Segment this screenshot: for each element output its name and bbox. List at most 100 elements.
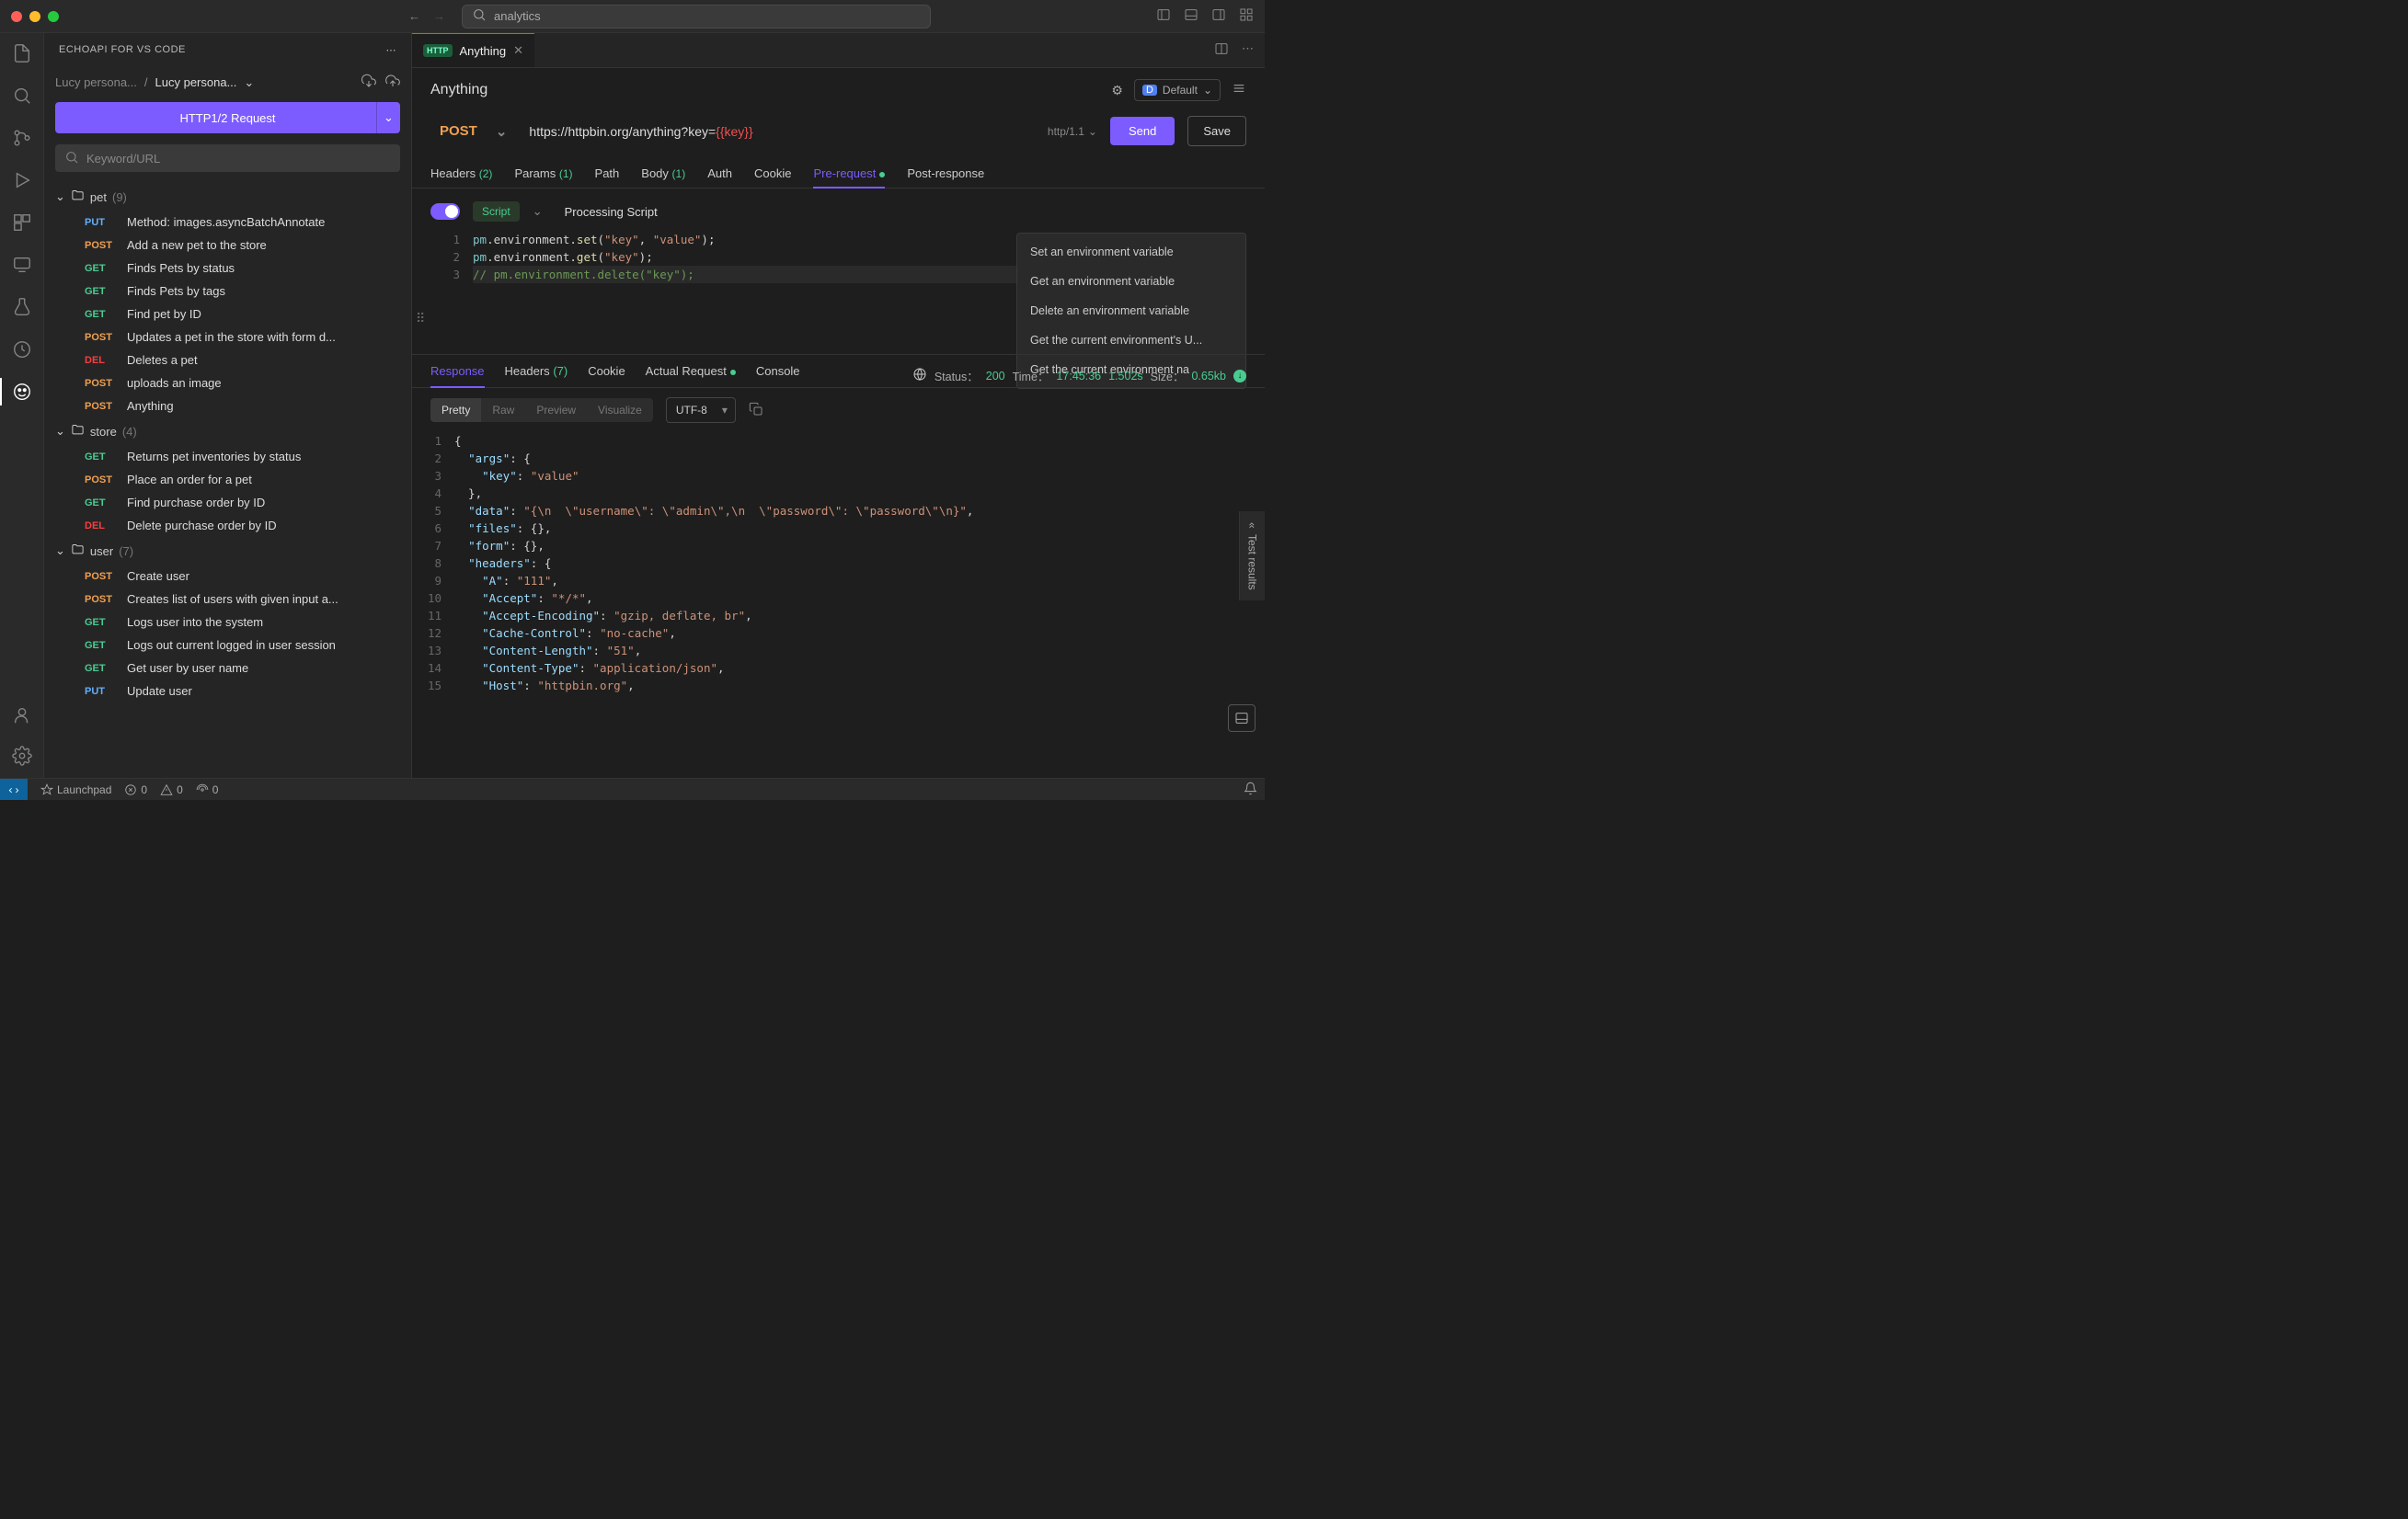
- extensions-icon[interactable]: [11, 211, 33, 234]
- nav-forward[interactable]: →: [433, 9, 445, 23]
- snippet-item[interactable]: Get the current environment's U...: [1017, 326, 1245, 355]
- timeline-icon[interactable]: [11, 338, 33, 360]
- errors-item[interactable]: 0: [124, 783, 147, 796]
- encoding-select[interactable]: UTF-8: [666, 397, 736, 423]
- tree-folder-user[interactable]: ⌄ user (7): [44, 537, 411, 565]
- tree-item[interactable]: POSTuploads an image: [44, 371, 411, 394]
- launchpad-item[interactable]: Launchpad: [40, 783, 111, 796]
- accounts-icon[interactable]: [11, 704, 33, 726]
- layout-toggle-icon[interactable]: [1228, 704, 1256, 732]
- url-input[interactable]: https://httpbin.org/anything?key={{key}}: [529, 124, 1034, 139]
- tree-item[interactable]: GETFind purchase order by ID: [44, 491, 411, 514]
- tree-item[interactable]: GETFinds Pets by status: [44, 257, 411, 280]
- snippet-item[interactable]: Set an environment variable: [1017, 237, 1245, 267]
- drag-handle-icon[interactable]: ⠿: [416, 311, 425, 326]
- tree-item[interactable]: PUTUpdate user: [44, 680, 411, 702]
- run-debug-icon[interactable]: [11, 169, 33, 191]
- rtab-response[interactable]: Response: [430, 364, 485, 387]
- tab-pre-request[interactable]: Pre-request: [813, 159, 885, 188]
- tab-auth[interactable]: Auth: [707, 159, 732, 188]
- minimize-window[interactable]: [29, 11, 40, 22]
- rtab-actual-request[interactable]: Actual Request: [646, 364, 736, 387]
- protocol-select[interactable]: http/1.1 ⌄: [1048, 125, 1097, 138]
- chevron-down-icon[interactable]: ⌄: [533, 204, 543, 219]
- editor-tab-anything[interactable]: HTTP Anything ✕: [412, 33, 534, 67]
- toggle-panel-right-icon[interactable]: [1211, 7, 1226, 25]
- toggle-panel-left-icon[interactable]: [1156, 7, 1171, 25]
- snippet-item[interactable]: Delete an environment variable: [1017, 296, 1245, 326]
- environment-select[interactable]: D Default ⌄: [1134, 79, 1221, 101]
- tree-item[interactable]: GETGet user by user name: [44, 657, 411, 680]
- tree-item[interactable]: POSTPlace an order for a pet: [44, 468, 411, 491]
- tree-item[interactable]: POSTCreate user: [44, 565, 411, 588]
- settings-icon[interactable]: ⚙: [1111, 83, 1123, 98]
- tree-item[interactable]: GETFind pet by ID: [44, 303, 411, 326]
- more-actions-icon[interactable]: ⋯: [1242, 41, 1254, 59]
- close-tab-icon[interactable]: ✕: [513, 43, 523, 58]
- tree-item[interactable]: POSTUpdates a pet in the store with form…: [44, 326, 411, 348]
- save-button[interactable]: Save: [1187, 116, 1246, 146]
- tab-headers[interactable]: Headers (2): [430, 159, 492, 188]
- method-select[interactable]: POST ⌄: [430, 118, 516, 145]
- sidebar-more-icon[interactable]: ⋯: [386, 44, 397, 56]
- breadcrumb-current[interactable]: Lucy persona...: [155, 75, 237, 89]
- viewtab-preview[interactable]: Preview: [525, 398, 587, 422]
- cloud-down-icon[interactable]: [361, 74, 376, 91]
- response-body[interactable]: 123456789101112131415 { "args": { "key":…: [412, 432, 1265, 778]
- testing-icon[interactable]: [11, 296, 33, 318]
- cloud-up-icon[interactable]: [385, 74, 400, 91]
- tab-body[interactable]: Body (1): [641, 159, 685, 188]
- tab-cookie[interactable]: Cookie: [754, 159, 791, 188]
- search-activity-icon[interactable]: [11, 85, 33, 107]
- notifications-icon[interactable]: [1244, 782, 1257, 798]
- send-button[interactable]: Send: [1110, 117, 1175, 145]
- copy-icon[interactable]: [749, 402, 763, 419]
- remote-indicator[interactable]: [0, 779, 28, 800]
- script-toggle[interactable]: [430, 203, 460, 220]
- tree-item[interactable]: GETLogs out current logged in user sessi…: [44, 634, 411, 657]
- remote-explorer-icon[interactable]: [11, 254, 33, 276]
- viewtab-visualize[interactable]: Visualize: [587, 398, 653, 422]
- warnings-item[interactable]: 0: [160, 783, 183, 796]
- source-control-icon[interactable]: [11, 127, 33, 149]
- tree-item[interactable]: GETReturns pet inventories by status: [44, 445, 411, 468]
- customize-layout-icon[interactable]: [1239, 7, 1254, 25]
- tree-item[interactable]: POSTAdd a new pet to the store: [44, 234, 411, 257]
- tree-folder-store[interactable]: ⌄ store (4): [44, 417, 411, 445]
- new-request-button[interactable]: HTTP1/2 Request ⌄: [55, 102, 400, 133]
- tree-item[interactable]: PUTMethod: images.asyncBatchAnnotate: [44, 211, 411, 234]
- tree-item[interactable]: GETFinds Pets by tags: [44, 280, 411, 303]
- test-results-tab[interactable]: « Test results: [1239, 511, 1265, 600]
- rtab-console[interactable]: Console: [756, 364, 800, 387]
- toggle-panel-bottom-icon[interactable]: [1184, 7, 1198, 25]
- new-request-dropdown[interactable]: ⌄: [376, 102, 400, 133]
- breadcrumb-parent[interactable]: Lucy persona...: [55, 75, 137, 89]
- tree-item[interactable]: POSTAnything: [44, 394, 411, 417]
- viewtab-raw[interactable]: Raw: [481, 398, 525, 422]
- tab-path[interactable]: Path: [595, 159, 620, 188]
- maximize-window[interactable]: [48, 11, 59, 22]
- tab-post-response[interactable]: Post-response: [907, 159, 984, 188]
- split-editor-icon[interactable]: [1214, 41, 1229, 59]
- snippet-item[interactable]: Get an environment variable: [1017, 267, 1245, 296]
- tree-item[interactable]: DELDelete purchase order by ID: [44, 514, 411, 537]
- viewtab-pretty[interactable]: Pretty: [430, 398, 481, 422]
- rtab-headers[interactable]: Headers (7): [505, 364, 568, 387]
- rtab-cookie[interactable]: Cookie: [588, 364, 625, 387]
- menu-icon[interactable]: [1232, 81, 1246, 100]
- nav-back[interactable]: ←: [408, 9, 420, 23]
- tree-folder-pet[interactable]: ⌄ pet (9): [44, 183, 411, 211]
- chevron-down-icon[interactable]: ⌄: [244, 75, 254, 90]
- sidebar-search[interactable]: Keyword/URL: [55, 144, 400, 172]
- ports-item[interactable]: 0: [196, 783, 219, 796]
- tree-item[interactable]: DELDeletes a pet: [44, 348, 411, 371]
- close-window[interactable]: [11, 11, 22, 22]
- tab-params[interactable]: Params (1): [514, 159, 572, 188]
- settings-gear-icon[interactable]: [11, 745, 33, 767]
- echoapi-icon[interactable]: [11, 381, 33, 403]
- explorer-icon[interactable]: [11, 42, 33, 64]
- command-center[interactable]: analytics: [462, 5, 931, 29]
- tree-item[interactable]: GETLogs user into the system: [44, 611, 411, 634]
- download-icon[interactable]: ↓: [1233, 370, 1246, 383]
- tree-item[interactable]: POSTCreates list of users with given inp…: [44, 588, 411, 611]
